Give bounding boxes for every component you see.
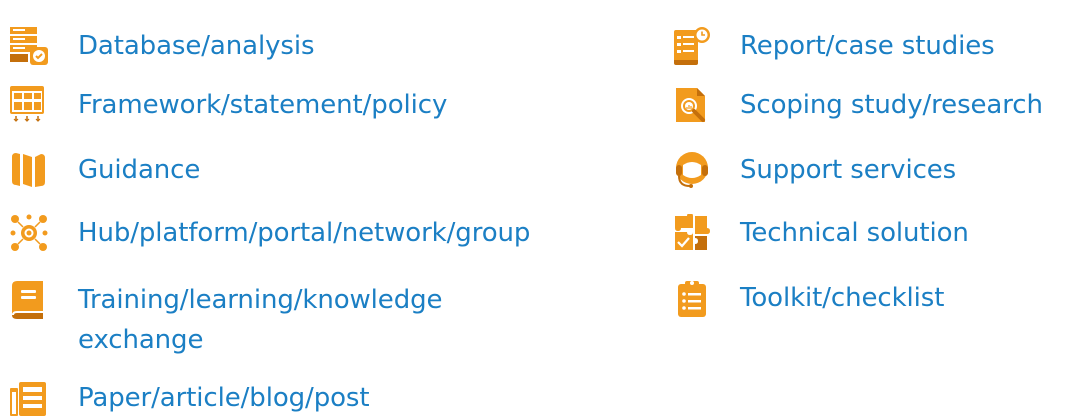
resource-type-legend: Database/analysis Framework/statement/po… <box>0 0 1077 416</box>
legend-label: Database/analysis <box>78 31 315 61</box>
headset-icon <box>673 151 711 189</box>
legend-label: Hub/platform/portal/network/group <box>78 218 531 248</box>
legend-label: Guidance <box>78 155 201 185</box>
newspaper-icon <box>10 378 48 416</box>
legend-label-line1: Training/learning/knowledge <box>78 285 443 315</box>
report-icon <box>673 27 711 65</box>
legend-label-line2: exchange <box>78 325 204 355</box>
map-icon <box>10 151 48 189</box>
legend-label: Report/case studies <box>740 31 995 61</box>
hub-icon <box>10 214 48 252</box>
legend-label: Scoping study/research <box>740 90 1043 120</box>
book-icon <box>10 281 48 319</box>
magnifier-document-icon <box>673 86 711 124</box>
legend-label: Technical solution <box>740 218 969 248</box>
puzzle-icon <box>673 214 711 252</box>
database-icon <box>10 27 48 65</box>
framework-icon <box>10 86 48 124</box>
legend-label: Toolkit/checklist <box>740 283 945 313</box>
legend-label: Paper/article/blog/post <box>78 383 370 413</box>
legend-label: Framework/statement/policy <box>78 90 448 120</box>
legend-label: Support services <box>740 155 957 185</box>
clipboard-icon <box>673 279 711 317</box>
